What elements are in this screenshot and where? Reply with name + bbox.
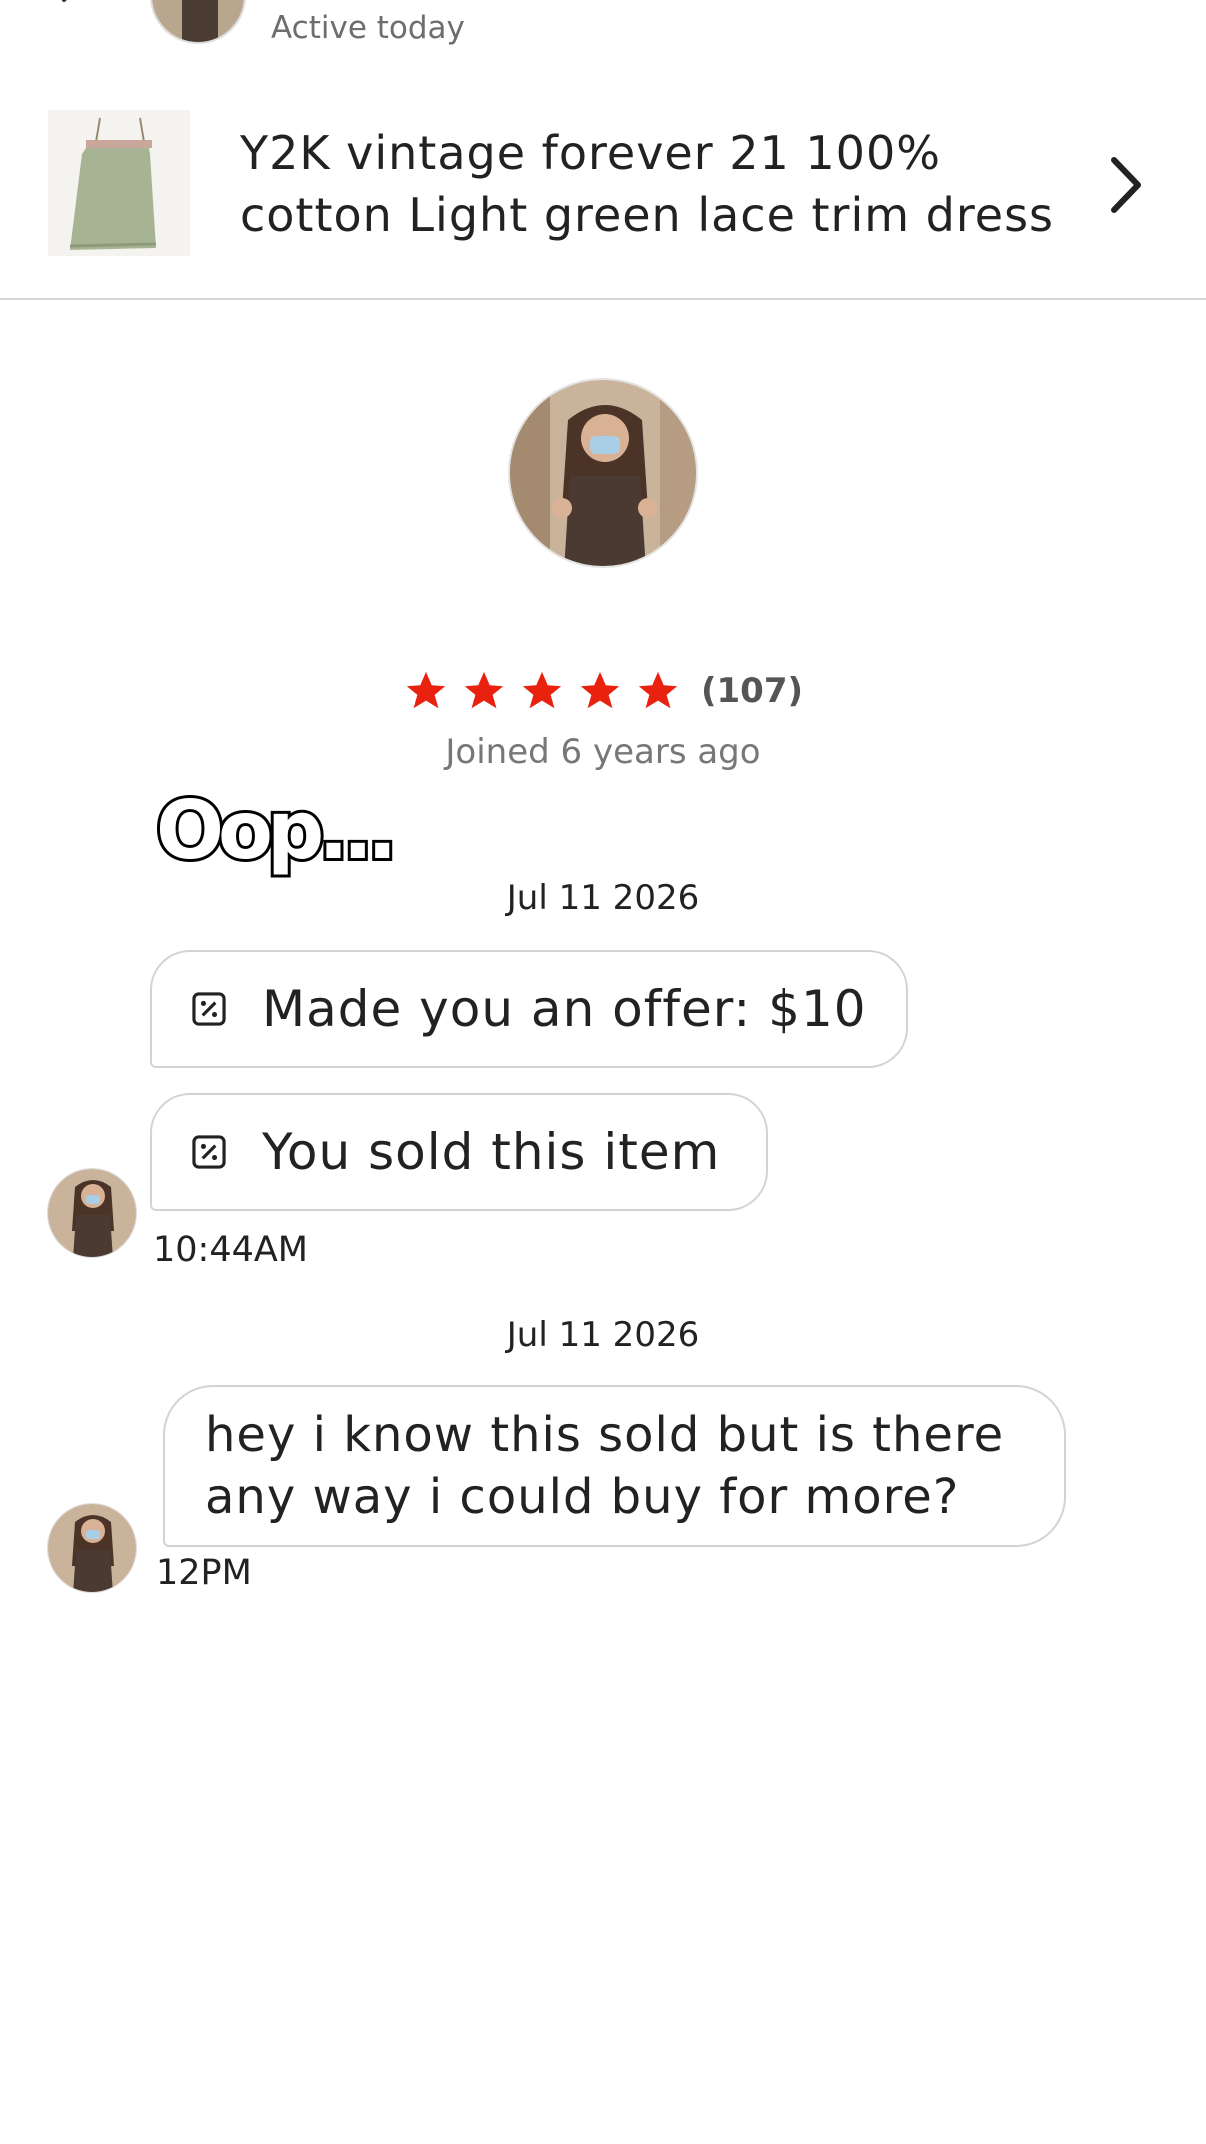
oop-sticker: Oop... <box>153 781 400 880</box>
active-status: Active today <box>271 10 465 46</box>
rating-count: (107) <box>700 671 804 711</box>
offer-text: Made you an offer: $10 <box>262 980 867 1038</box>
star-icon <box>580 671 620 709</box>
message-time: 12PM <box>156 1553 252 1593</box>
profile-avatar[interactable] <box>508 378 698 568</box>
offer-tag-icon <box>192 1135 226 1169</box>
incoming-message-bubble[interactable]: hey i know this sold but is there any wa… <box>163 1385 1066 1547</box>
listing-thumbnail[interactable] <box>48 110 190 256</box>
star-icon <box>638 671 678 709</box>
chevron-right-icon[interactable] <box>1100 152 1150 218</box>
incoming-message-text: hey i know this sold but is there any wa… <box>205 1407 1005 1525</box>
star-icon <box>406 671 446 709</box>
star-icon <box>522 671 562 709</box>
message-time: 10:44AM <box>153 1230 309 1270</box>
star-icon <box>464 671 504 709</box>
seller-rating[interactable]: (107) <box>0 666 1206 716</box>
header-avatar[interactable] <box>150 0 246 44</box>
chevron-left-icon[interactable] <box>50 0 90 18</box>
joined-date: Joined 6 years ago <box>445 732 761 772</box>
listing-bar[interactable]: Y2K vintage forever 21 100% cotton Light… <box>0 80 1206 300</box>
sold-text: You sold this item <box>262 1123 721 1181</box>
offer-bubble[interactable]: Made you an offer: $10 <box>150 950 908 1068</box>
listing-title[interactable]: Y2K vintage forever 21 100% cotton Light… <box>240 122 1060 246</box>
date-separator: Jul 11 2026 <box>506 1315 700 1355</box>
message-avatar[interactable] <box>47 1503 137 1593</box>
more-vertical-icon[interactable] <box>1105 0 1129 30</box>
chat-header: Active today <box>0 0 1206 60</box>
date-separator: Jul 11 2026 <box>506 878 700 918</box>
message-avatar[interactable] <box>47 1168 137 1258</box>
offer-tag-icon <box>192 992 226 1026</box>
sold-bubble[interactable]: You sold this item <box>150 1093 768 1211</box>
